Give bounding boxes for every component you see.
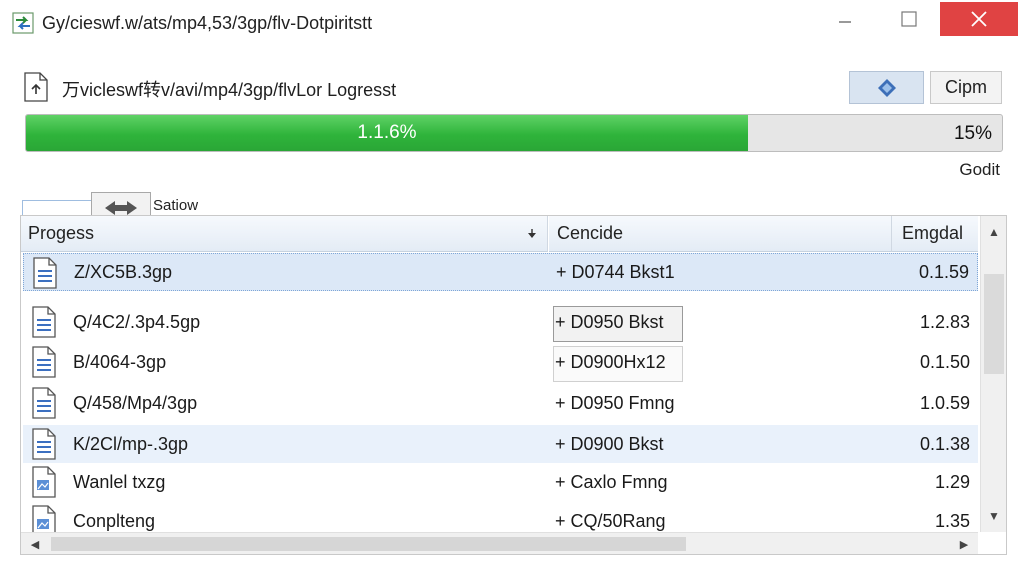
table-row[interactable]: Q/4C2/.3p4.5gp + D0950 Bkst 1.2.83	[23, 303, 978, 341]
size-cell: 1.29	[934, 471, 970, 492]
table-row[interactable]: K/2Cl/mp-.3gp + D0900 Bkst 0.1.38	[23, 425, 978, 463]
scroll-thumb-horizontal[interactable]	[51, 537, 686, 551]
close-icon	[971, 11, 987, 27]
column-header-progress[interactable]: Progess	[21, 216, 548, 252]
table-row[interactable]: Q/458/Mp4/3gp + D0950 Fmng 1.0.59	[23, 384, 978, 422]
document-icon	[33, 257, 57, 289]
codec-cell: + Caxlo Fmng	[555, 471, 668, 492]
column-header-codec[interactable]: Cencide	[549, 216, 892, 252]
codec-cell: + D0744 Bkst1	[556, 261, 675, 282]
size-cell: 0.1.38	[919, 433, 970, 454]
file-name: Conplteng	[73, 510, 156, 531]
codec-cell: + D0950 Bkst	[555, 311, 664, 332]
document-icon	[32, 346, 56, 378]
close-button[interactable]	[940, 2, 1018, 36]
scroll-thumb[interactable]	[984, 274, 1004, 374]
scroll-right-icon[interactable]: ▶	[954, 533, 974, 555]
settings-button[interactable]	[849, 71, 924, 104]
file-name: B/4064-3gp	[73, 351, 167, 372]
title-bar: Gy/cieswf.w/ats/mp4,53/3gp/flv-Dotpirits…	[0, 0, 1024, 46]
document-icon	[32, 387, 56, 419]
scroll-up-icon[interactable]: ▲	[981, 222, 1007, 242]
file-name: Q/458/Mp4/3gp	[73, 392, 198, 413]
minimize-icon	[839, 21, 851, 23]
file-name: K/2Cl/mp-.3gp	[73, 433, 189, 454]
codec-cell: + CQ/50Rang	[555, 510, 666, 531]
size-cell: 1.2.83	[919, 311, 970, 332]
column-header-label: Cencide	[557, 223, 624, 243]
maximize-icon	[901, 11, 917, 27]
scroll-down-icon[interactable]: ▼	[981, 506, 1007, 526]
codec-cell: + D0950 Fmng	[555, 392, 675, 413]
size-cell: 1.0.59	[919, 392, 970, 413]
size-cell: 0.1.50	[919, 351, 970, 372]
codec-cell: + D0900 Bkst	[555, 433, 664, 454]
document-icon	[32, 428, 56, 460]
status-text: Godit	[959, 160, 1000, 179]
sort-arrow-icon[interactable]	[516, 216, 548, 252]
table-row[interactable]: B/4064-3gp + D0900Hx12 0.1.50	[23, 343, 978, 381]
table-row[interactable]: Wanlel txzg + Caxlo Fmng 1.29	[23, 463, 978, 501]
progress-percent: 15%	[953, 123, 992, 144]
maximize-button[interactable]	[886, 0, 932, 38]
table-row[interactable]: Z/XC5B.3gp + D0744 Bkst1 0.1.59	[23, 253, 978, 291]
file-upload-icon	[24, 72, 48, 102]
open-button[interactable]: Cipm	[930, 71, 1002, 104]
minimize-button[interactable]	[822, 0, 868, 38]
window-title: Gy/cieswf.w/ats/mp4,53/3gp/flv-Dotpirits…	[42, 13, 373, 33]
file-list: Progess Cencide Emgdal Z/XC5B.3gp + D0744…	[20, 215, 1007, 555]
codec-cell: + D0900Hx12	[555, 351, 666, 372]
column-header-label: Emgdal	[902, 223, 964, 243]
horizontal-scrollbar[interactable]: ◀ ▶	[21, 532, 978, 554]
progress-fill-label: 1.1.6%	[357, 122, 417, 143]
image-file-icon	[32, 466, 56, 498]
column-header-size[interactable]: Emgdal	[892, 216, 978, 252]
app-arrows-icon	[12, 12, 34, 34]
drag-label: Satiow	[153, 197, 199, 214]
scroll-left-icon[interactable]: ◀	[25, 533, 45, 555]
diamond-icon	[877, 78, 896, 97]
size-cell: 0.1.59	[918, 261, 969, 282]
conversion-title: 万viclesw​f转v/avi/mp4/3gp/flvLor Logresst	[62, 80, 397, 100]
file-name: Z/XC5B.3gp	[74, 261, 173, 282]
progress-bar: 1.1.6% 15%	[25, 114, 1003, 152]
column-header-label: Progess	[28, 223, 95, 243]
vertical-scrollbar[interactable]: ▲ ▼	[980, 216, 1006, 532]
document-icon	[32, 306, 56, 338]
size-cell: 1.35	[934, 510, 970, 531]
file-name: Wanlel txzg	[73, 471, 166, 492]
file-name: Q/4C2/.3p4.5gp	[73, 311, 201, 332]
